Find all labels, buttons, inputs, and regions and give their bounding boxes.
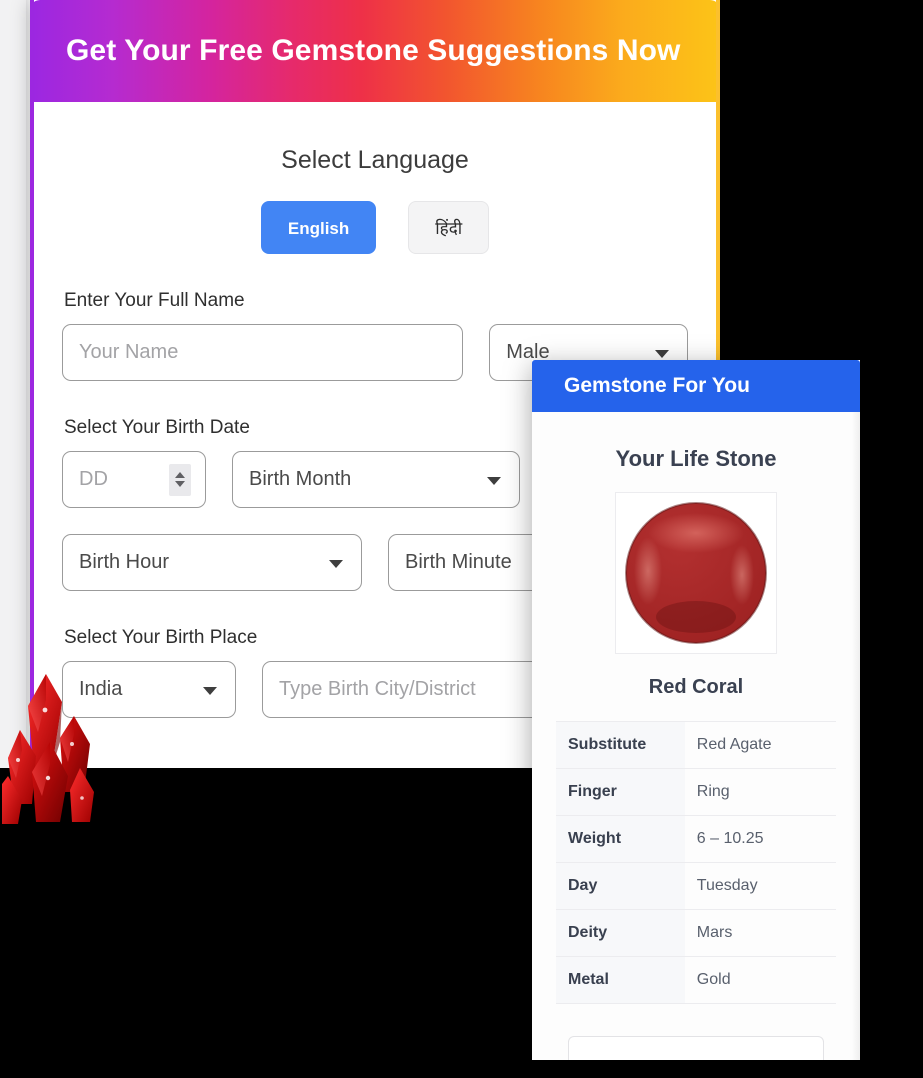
red-crystal-cluster-icon [2, 674, 94, 824]
attribute-key: Substitute [556, 721, 685, 769]
gemstone-attributes-table: Substitute Red Agate Finger Ring Weight … [556, 721, 836, 1004]
page-title: Get Your Free Gemstone Suggestions Now [66, 34, 681, 67]
language-button-hindi[interactable]: हिंदी [408, 201, 490, 254]
language-toggle-group: English हिंदी [62, 201, 688, 254]
full-name-input[interactable]: Your Name [62, 324, 464, 381]
table-row: Metal Gold [556, 956, 836, 1004]
gemstone-card-footer-box[interactable] [568, 1036, 824, 1060]
birth-day-placeholder-text: DD [79, 468, 108, 490]
attribute-value: Red Agate [684, 721, 836, 769]
gemstone-card-body: Your Life Stone Red Coral Substitute Red… [532, 446, 860, 1060]
card-edge-shadow [852, 412, 860, 1060]
table-row: Substitute Red Agate [556, 721, 836, 769]
birth-city-input[interactable]: Type Birth City/District [262, 661, 562, 718]
attribute-value: Tuesday [684, 862, 836, 910]
attribute-key: Weight [556, 815, 685, 863]
stone-image-wrapper [556, 492, 836, 654]
birth-day-input[interactable]: DD [62, 451, 206, 508]
screen-root: Get Your Free Gemstone Suggestions Now S… [0, 0, 923, 1078]
table-row: Deity Mars [556, 909, 836, 957]
life-stone-heading: Your Life Stone [615, 446, 777, 471]
attribute-key: Deity [556, 909, 685, 957]
table-row: Finger Ring [556, 768, 836, 816]
page-left-gutter [0, 0, 26, 768]
stone-image-frame [615, 492, 777, 654]
gemstone-result-card: Gemstone For You Your Life Stone Red Cor… [532, 360, 860, 1060]
attribute-key: Day [556, 862, 685, 910]
attribute-value: Ring [684, 768, 836, 816]
attribute-key: Metal [556, 956, 685, 1004]
attribute-value: Gold [684, 956, 836, 1004]
full-name-label: Enter Your Full Name [64, 290, 245, 311]
gemstone-card-title: Gemstone For You [564, 374, 750, 397]
language-button-english[interactable]: English [260, 201, 377, 254]
select-language-heading: Select Language [281, 146, 469, 174]
form-header-banner: Get Your Free Gemstone Suggestions Now [34, 0, 716, 102]
birth-month-select[interactable]: Birth Month [232, 451, 520, 508]
table-row: Weight 6 – 10.25 [556, 815, 836, 863]
attribute-value: Mars [684, 909, 836, 957]
attribute-value: 6 – 10.25 [684, 815, 836, 863]
stone-name-label: Red Coral [648, 676, 744, 698]
birth-hour-select[interactable]: Birth Hour [62, 534, 362, 591]
table-row: Day Tuesday [556, 862, 836, 910]
attribute-key: Finger [556, 768, 685, 816]
gemstone-card-header: Gemstone For You [532, 360, 860, 412]
red-coral-gemstone-icon [625, 502, 767, 644]
number-stepper-icon[interactable] [169, 463, 191, 496]
